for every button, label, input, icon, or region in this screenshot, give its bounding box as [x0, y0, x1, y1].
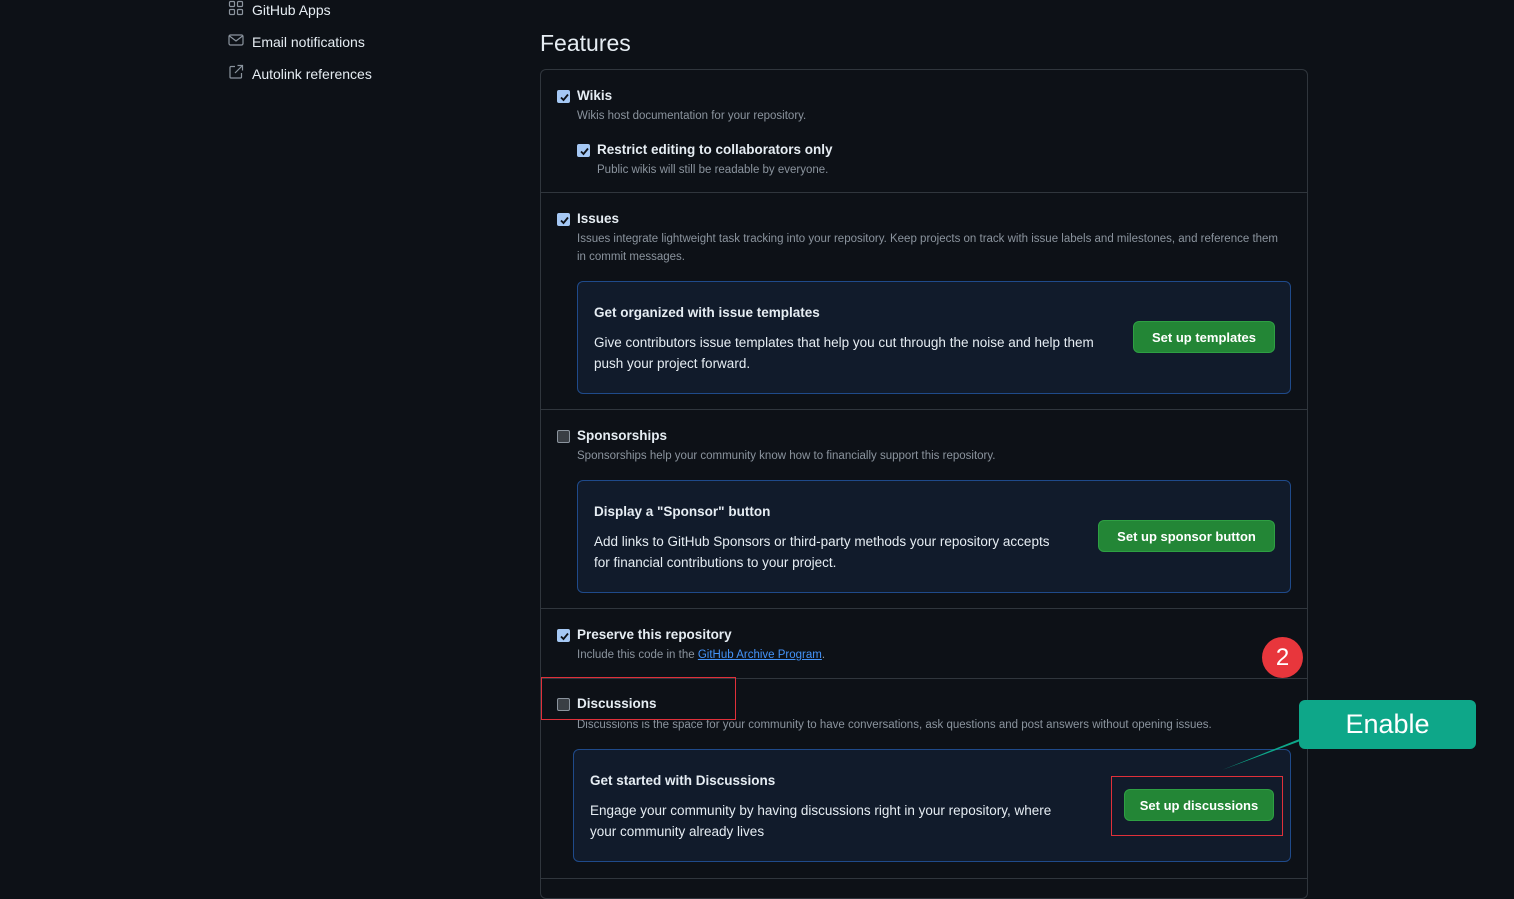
preserve-checkbox[interactable]	[557, 629, 570, 642]
wikis-checkbox[interactable]	[557, 90, 570, 103]
features-panel: Wikis Wikis host documentation for your …	[540, 69, 1308, 899]
sponsorships-label: Sponsorships	[577, 428, 668, 443]
github-archive-program-link[interactable]: GitHub Archive Program	[698, 649, 822, 661]
issue-templates-title: Get organized with issue templates	[594, 305, 820, 320]
discussions-card-title: Get started with Discussions	[590, 773, 776, 788]
wikis-section: Wikis Wikis host documentation for your …	[541, 70, 1307, 193]
preserve-description: Include this code in the GitHub Archive …	[577, 649, 826, 661]
sponsorships-checkbox[interactable]	[557, 430, 570, 443]
sponsor-button-title: Display a "Sponsor" button	[594, 504, 771, 519]
issues-label: Issues	[577, 211, 620, 226]
sidebar-item-email-notifications[interactable]: Email notifications	[228, 32, 365, 51]
set-up-templates-button[interactable]: Set up templates	[1133, 321, 1275, 353]
issue-templates-card: Get organized with issue templates Give …	[577, 281, 1291, 394]
enable-callout: Enable	[1299, 700, 1476, 749]
preserve-section: Preserve this repository Include this co…	[541, 609, 1307, 679]
external-link-icon	[228, 64, 244, 83]
restrict-editing-checkbox[interactable]	[577, 144, 590, 157]
sidebar-item-autolink-references[interactable]: Autolink references	[228, 64, 372, 83]
issue-templates-body: Give contributors issue templates that h…	[594, 335, 1094, 371]
mail-icon	[228, 32, 244, 51]
sponsor-button-body: Add links to GitHub Sponsors or third-pa…	[594, 534, 1050, 570]
set-up-sponsor-button[interactable]: Set up sponsor button	[1098, 520, 1275, 552]
sponsor-button-card: Display a "Sponsor" button Add links to …	[577, 480, 1291, 593]
sidebar-item-label: Email notifications	[252, 33, 365, 50]
sponsorships-description: Sponsorships help your community know ho…	[577, 450, 996, 462]
wikis-label: Wikis	[577, 88, 613, 103]
restrict-editing-label: Restrict editing to collaborators only	[597, 142, 833, 157]
discussions-card-body: Engage your community by having discussi…	[590, 803, 1052, 839]
issues-checkbox[interactable]	[557, 213, 570, 226]
issues-description: Issues integrate lightweight task tracki…	[577, 233, 1279, 263]
restrict-editing-description: Public wikis will still be readable by e…	[597, 164, 829, 176]
issues-section: Issues Issues integrate lightweight task…	[541, 193, 1307, 410]
sidebar-item-label: GitHub Apps	[252, 1, 331, 18]
sidebar-item-label: Autolink references	[252, 65, 372, 82]
step-number-badge: 2	[1262, 637, 1303, 678]
page-title: Features	[540, 30, 631, 56]
apps-grid-icon	[228, 0, 244, 19]
preserve-label: Preserve this repository	[577, 627, 732, 642]
sponsorships-section: Sponsorships Sponsorships help your comm…	[541, 410, 1307, 609]
discussions-highlight-box	[541, 677, 736, 720]
sidebar-item-github-apps[interactable]: GitHub Apps	[228, 0, 331, 19]
wikis-description: Wikis host documentation for your reposi…	[577, 110, 807, 122]
set-up-discussions-highlight-box	[1111, 776, 1283, 836]
